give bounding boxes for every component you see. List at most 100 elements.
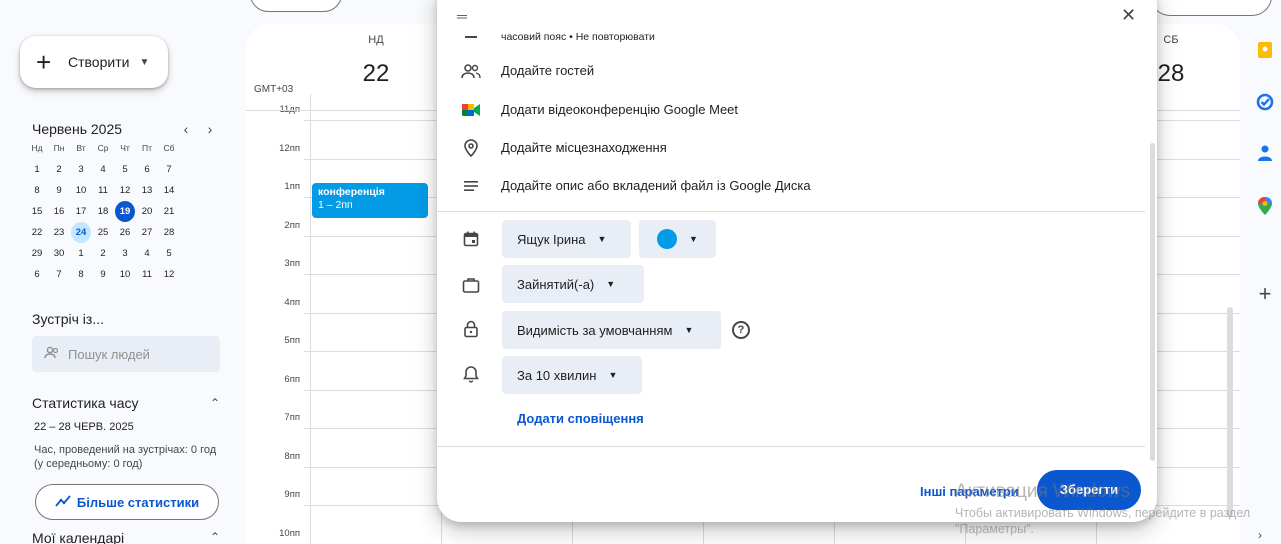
mini-calendar-day[interactable]: 8 [26, 180, 48, 201]
close-icon[interactable]: ✕ [1121, 5, 1136, 26]
mini-calendar-day[interactable]: 22 [26, 222, 48, 243]
mini-calendar-day[interactable]: 21 [158, 201, 180, 222]
mini-calendar-day[interactable]: 24 [71, 222, 91, 243]
weekday-label: Сб [163, 143, 175, 153]
mini-calendar-day[interactable]: 12 [158, 264, 180, 285]
view-switcher[interactable] [1150, 0, 1272, 16]
event-color-select[interactable]: ▼ [639, 220, 716, 258]
availability-select[interactable]: Зайнятий(-а) ▼ [502, 265, 644, 303]
chevron-left-icon[interactable]: ‹ [174, 121, 198, 137]
mini-calendar-day[interactable]: 27 [136, 222, 158, 243]
mini-calendar-day[interactable]: 29 [26, 243, 48, 264]
mini-calendar-day[interactable]: 2 [48, 159, 70, 180]
mini-calendar-day[interactable]: 16 [48, 201, 70, 222]
mini-calendar-day[interactable]: 8 [70, 264, 92, 285]
time-stats-header[interactable]: Статистика часу ⌃ [32, 395, 220, 411]
chevron-up-icon[interactable]: ⌃ [210, 396, 220, 410]
notification-select[interactable]: За 10 хвилин ▼ [502, 356, 642, 394]
chevron-up-icon[interactable]: ⌃ [210, 530, 220, 544]
save-button[interactable]: Зберегти [1037, 470, 1141, 510]
mini-calendar-day[interactable]: 4 [92, 159, 114, 180]
calendar-icon [461, 229, 481, 249]
mini-calendar-day[interactable]: 1 [70, 243, 92, 264]
mini-calendar-day[interactable]: 10 [114, 264, 136, 285]
visibility-select[interactable]: Видимість за умовчанням ▼ [502, 311, 721, 349]
create-button[interactable]: + Створити ▼ [20, 36, 168, 88]
mini-calendar-day[interactable]: 12 [114, 180, 136, 201]
drag-handle-icon[interactable]: ═ [457, 8, 467, 24]
hour-label: 10пп [279, 527, 300, 539]
add-location-field[interactable]: Додайте місцезнаходження [501, 140, 667, 155]
my-calendars-header[interactable]: Мої календарі ⌃ [32, 530, 220, 544]
calendar-select[interactable]: Ящук Ірина ▼ [502, 220, 631, 258]
mini-calendar-day[interactable]: 26 [114, 222, 136, 243]
mini-calendar-day[interactable]: 14 [158, 180, 180, 201]
mini-calendar-day[interactable]: 28 [158, 222, 180, 243]
mini-calendar-day[interactable]: 2 [92, 243, 114, 264]
dash-icon [461, 27, 481, 47]
mini-calendar-day[interactable]: 17 [70, 201, 92, 222]
hour-label: 2пп [284, 219, 300, 231]
mini-calendar-day[interactable]: 23 [48, 222, 70, 243]
more-options-link[interactable]: Інші параметри [920, 484, 1019, 499]
add-notification-link[interactable]: Додати сповіщення [517, 411, 644, 426]
contacts-icon[interactable] [1255, 143, 1275, 163]
mini-calendar-day[interactable]: 19 [115, 201, 135, 222]
hour-label: 6пп [284, 373, 300, 385]
timezone-repeat-text[interactable]: часовий пояс • Не повторювати [501, 31, 655, 43]
mini-calendar-day[interactable]: 3 [114, 243, 136, 264]
bell-icon [461, 364, 481, 384]
lock-icon [461, 319, 481, 339]
tasks-icon[interactable] [1255, 92, 1275, 112]
dialog-scrollbar[interactable] [1150, 143, 1155, 461]
mini-calendar-day[interactable]: 9 [92, 264, 114, 285]
mini-calendar-day[interactable]: 6 [26, 264, 48, 285]
availability-value: Зайнятий(-а) [517, 276, 595, 292]
mini-calendar-day[interactable]: 13 [136, 180, 158, 201]
people-search-input[interactable]: Пошук людей [32, 336, 220, 372]
add-addon-icon[interactable]: + [1255, 281, 1275, 307]
chevron-right-icon[interactable]: › [1258, 528, 1262, 542]
mini-calendar-day[interactable]: 5 [158, 243, 180, 264]
mini-calendar-day[interactable]: 30 [48, 243, 70, 264]
day-num-sunday[interactable]: 22 [346, 60, 406, 88]
mini-calendar-day[interactable]: 10 [70, 180, 92, 201]
mini-calendar: Нд Пн Вт Ср Чт Пт Сб 1 2 3 4 5 6 7 8 9 10 11 12 13 14 15 16 17 1… [26, 138, 222, 285]
maps-icon[interactable] [1255, 196, 1275, 216]
mini-calendar-day[interactable]: 6 [136, 159, 158, 180]
google-meet-icon [461, 100, 481, 120]
mini-calendar-week: 1234567 [26, 159, 222, 180]
calendar-owner: Ящук Ірина [517, 231, 586, 247]
chevron-right-icon[interactable]: › [198, 121, 222, 137]
description-icon [461, 176, 481, 196]
caret-down-icon: ▼ [684, 325, 694, 335]
calendar-scrollbar[interactable] [1227, 307, 1233, 517]
add-meet-button[interactable]: Додати відеоконференцію Google Meet [501, 102, 738, 117]
mini-calendar-day[interactable]: 20 [136, 201, 158, 222]
mini-calendar-day[interactable]: 7 [158, 159, 180, 180]
add-guests-field[interactable]: Додайте гостей [501, 63, 594, 78]
mini-calendar-day[interactable]: 3 [70, 159, 92, 180]
mini-calendar-day[interactable]: 15 [26, 201, 48, 222]
briefcase-icon [461, 275, 481, 295]
mini-calendar-day[interactable]: 11 [92, 180, 114, 201]
mini-calendar-day[interactable]: 4 [136, 243, 158, 264]
mini-calendar-day[interactable]: 1 [26, 159, 48, 180]
mini-calendar-day[interactable]: 5 [114, 159, 136, 180]
mini-calendar-day[interactable]: 11 [136, 264, 158, 285]
keep-icon[interactable] [1255, 40, 1275, 60]
people-search-placeholder: Пошук людей [68, 346, 150, 362]
weekday-label: Чт [120, 143, 130, 153]
mini-calendar-day[interactable]: 9 [48, 180, 70, 201]
calendar-event[interactable]: конференція 1 – 2пп [312, 183, 428, 218]
add-description-field[interactable]: Додайте опис або вкладений файл із Googl… [501, 178, 811, 193]
mini-calendar-day[interactable]: 7 [48, 264, 70, 285]
caret-down-icon: ▼ [606, 279, 616, 289]
help-icon[interactable]: ? [732, 321, 750, 339]
mini-calendar-day[interactable]: 18 [92, 201, 114, 222]
more-stats-button[interactable]: Більше статистики [35, 484, 219, 520]
mini-calendar-day[interactable]: 25 [92, 222, 114, 243]
today-button[interactable] [250, 0, 342, 12]
weekday-label: Нд [31, 143, 43, 153]
create-label: Створити [68, 54, 130, 70]
